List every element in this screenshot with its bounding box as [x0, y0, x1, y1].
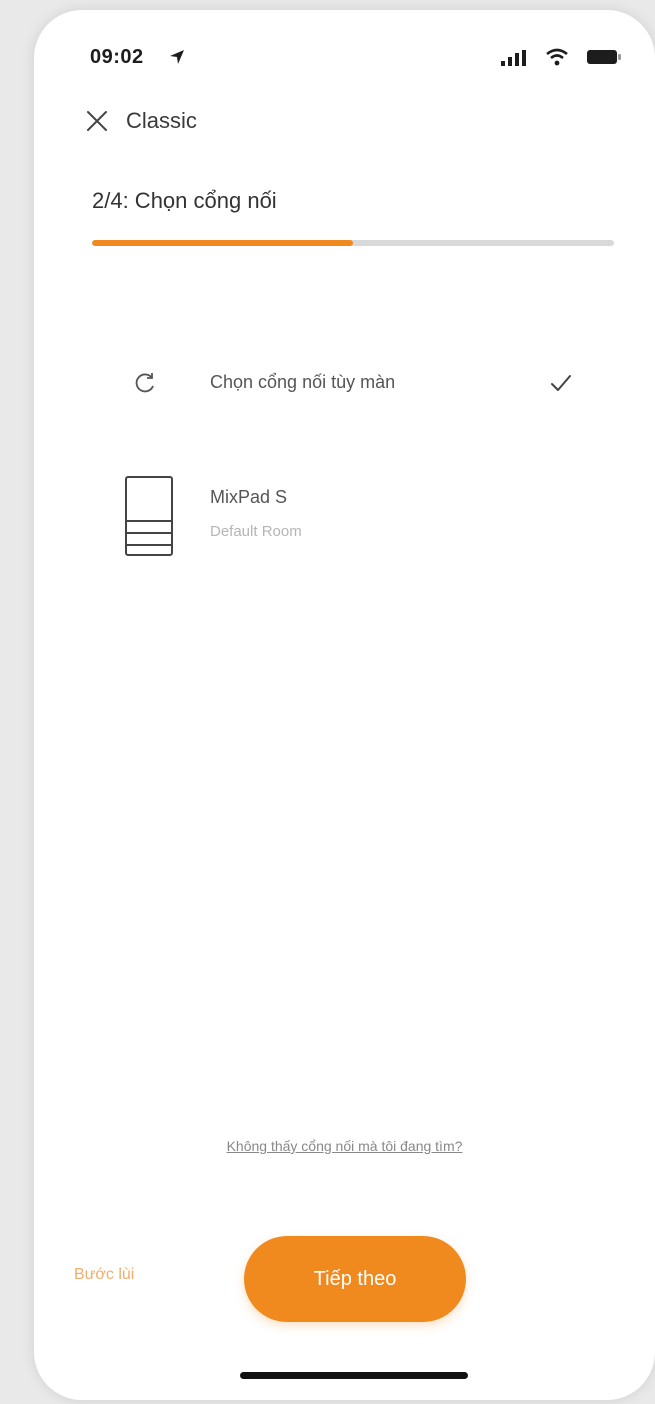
device-room: Default Room — [210, 523, 302, 540]
status-time: 09:02 — [90, 46, 144, 68]
header: Classic — [34, 100, 655, 150]
device-name: MixPad S — [210, 487, 288, 507]
device-list-item[interactable]: MixPad S Default Room — [94, 465, 594, 565]
phone-screen: 09:02 Classic 2/4: Chọn cổng nối Chọn cổ… — [34, 10, 655, 1400]
checkmark-icon — [551, 375, 571, 391]
status-bar: 09:02 — [34, 10, 655, 80]
close-icon[interactable] — [84, 108, 110, 134]
progress-fill — [92, 240, 353, 246]
help-link[interactable]: Không thấy cổng nối mà tôi đang tìm? — [34, 1138, 655, 1154]
step-label: 2/4: Chọn cổng nối — [92, 188, 277, 213]
option-label: Chọn cổng nối tùy màn — [210, 372, 396, 392]
location-arrow-icon — [170, 50, 184, 64]
battery-icon — [587, 50, 621, 64]
page-title: Classic — [126, 108, 197, 133]
progress-bar — [92, 240, 614, 246]
signal-icon — [501, 50, 526, 66]
wifi-icon — [546, 48, 568, 66]
next-button[interactable]: Tiếp theo — [244, 1236, 466, 1322]
select-gateway-option[interactable]: Chọn cổng nối tùy màn — [94, 358, 594, 418]
next-button-label: Tiếp theo — [313, 1267, 397, 1290]
home-indicator — [240, 1372, 468, 1379]
refresh-icon — [135, 373, 154, 393]
gateway-device-icon — [125, 476, 173, 556]
back-button[interactable]: Bước lùi — [74, 1266, 134, 1284]
